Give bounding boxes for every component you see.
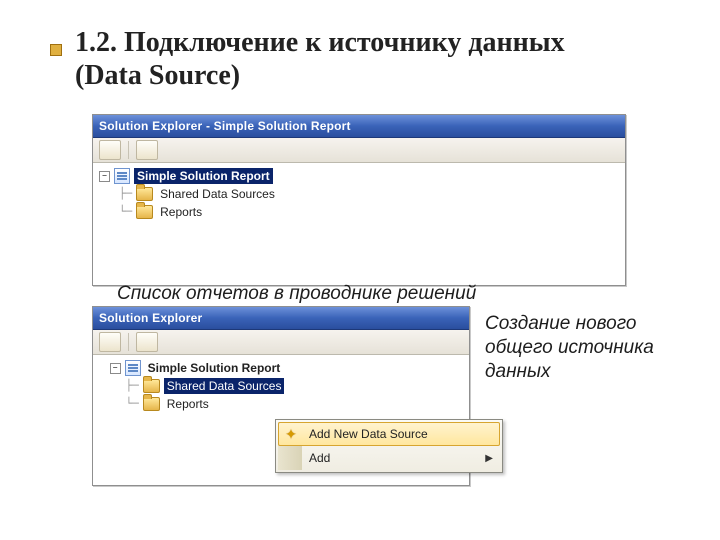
refresh-icon[interactable]	[99, 140, 121, 160]
menu-item-label: Add New Data Source	[309, 427, 428, 441]
reports-label: Reports	[164, 396, 212, 412]
refresh-icon[interactable]	[99, 332, 121, 352]
toolbar-separator	[128, 333, 129, 351]
tree-guide: └─	[99, 395, 139, 413]
tree-child-row[interactable]: ├─ Shared Data Sources	[99, 377, 463, 395]
shared-data-sources-label: Shared Data Sources	[157, 186, 278, 202]
heading-bullet	[50, 44, 62, 56]
shared-data-sources-label: Shared Data Sources	[164, 378, 285, 394]
add-new-icon: ✦	[283, 426, 299, 442]
tree-guide: └─	[99, 203, 132, 221]
reports-label: Reports	[157, 204, 205, 220]
tree-root-label: Simple Solution Report	[134, 168, 273, 184]
panel1-toolbar	[93, 138, 625, 163]
menu-add-new-data-source[interactable]: ✦ Add New Data Source	[278, 422, 500, 446]
folder-icon	[143, 379, 160, 393]
panel1-title-text: Solution Explorer - Simple Solution Repo…	[99, 119, 351, 133]
tree-child-row[interactable]: └─ Reports	[99, 203, 619, 221]
solution-explorer-panel-2: Solution Explorer − Simple Solution Repo…	[92, 306, 470, 486]
slide: 1.2. Подключение к источнику данных (Dat…	[0, 0, 720, 540]
folder-icon	[136, 205, 153, 219]
panel2-title-text: Solution Explorer	[99, 311, 202, 325]
menu-item-label: Add	[309, 451, 330, 465]
collapse-icon[interactable]: −	[99, 171, 110, 182]
properties-icon[interactable]	[136, 332, 158, 352]
project-icon	[114, 168, 130, 184]
tree-root-label: Simple Solution Report	[145, 360, 284, 376]
panel1-titlebar[interactable]: Solution Explorer - Simple Solution Repo…	[93, 115, 625, 138]
project-icon	[125, 360, 141, 376]
panel2-caption: Создание нового общего источника данных	[485, 312, 670, 383]
solution-explorer-panel-1: Solution Explorer - Simple Solution Repo…	[92, 114, 626, 286]
submenu-arrow-icon: ▶	[485, 453, 493, 464]
context-menu: ✦ Add New Data Source Add ▶	[275, 419, 503, 473]
tree-child-row[interactable]: ├─ Shared Data Sources	[99, 185, 619, 203]
collapse-icon[interactable]: −	[110, 363, 121, 374]
tree-root-row[interactable]: − Simple Solution Report	[99, 359, 463, 377]
tree-root-row[interactable]: − Simple Solution Report	[99, 167, 619, 185]
panel1-caption: Список отчетов в проводнике решений	[117, 283, 613, 305]
slide-heading: 1.2. Подключение к источнику данных (Dat…	[75, 26, 635, 92]
panel1-tree: − Simple Solution Report ├─ Shared Data …	[93, 163, 625, 227]
panel2-toolbar	[93, 330, 469, 355]
panel2-titlebar[interactable]: Solution Explorer	[93, 307, 469, 330]
tree-child-row[interactable]: └─ Reports	[99, 395, 463, 413]
folder-icon	[143, 397, 160, 411]
tree-guide: ├─	[99, 185, 132, 203]
properties-icon[interactable]	[136, 140, 158, 160]
tree-guide: ├─	[99, 377, 139, 395]
folder-icon	[136, 187, 153, 201]
panel2-tree: − Simple Solution Report ├─ Shared Data …	[93, 355, 469, 419]
tree-guide	[99, 359, 106, 377]
toolbar-separator	[128, 141, 129, 159]
menu-add[interactable]: Add ▶	[278, 446, 500, 470]
